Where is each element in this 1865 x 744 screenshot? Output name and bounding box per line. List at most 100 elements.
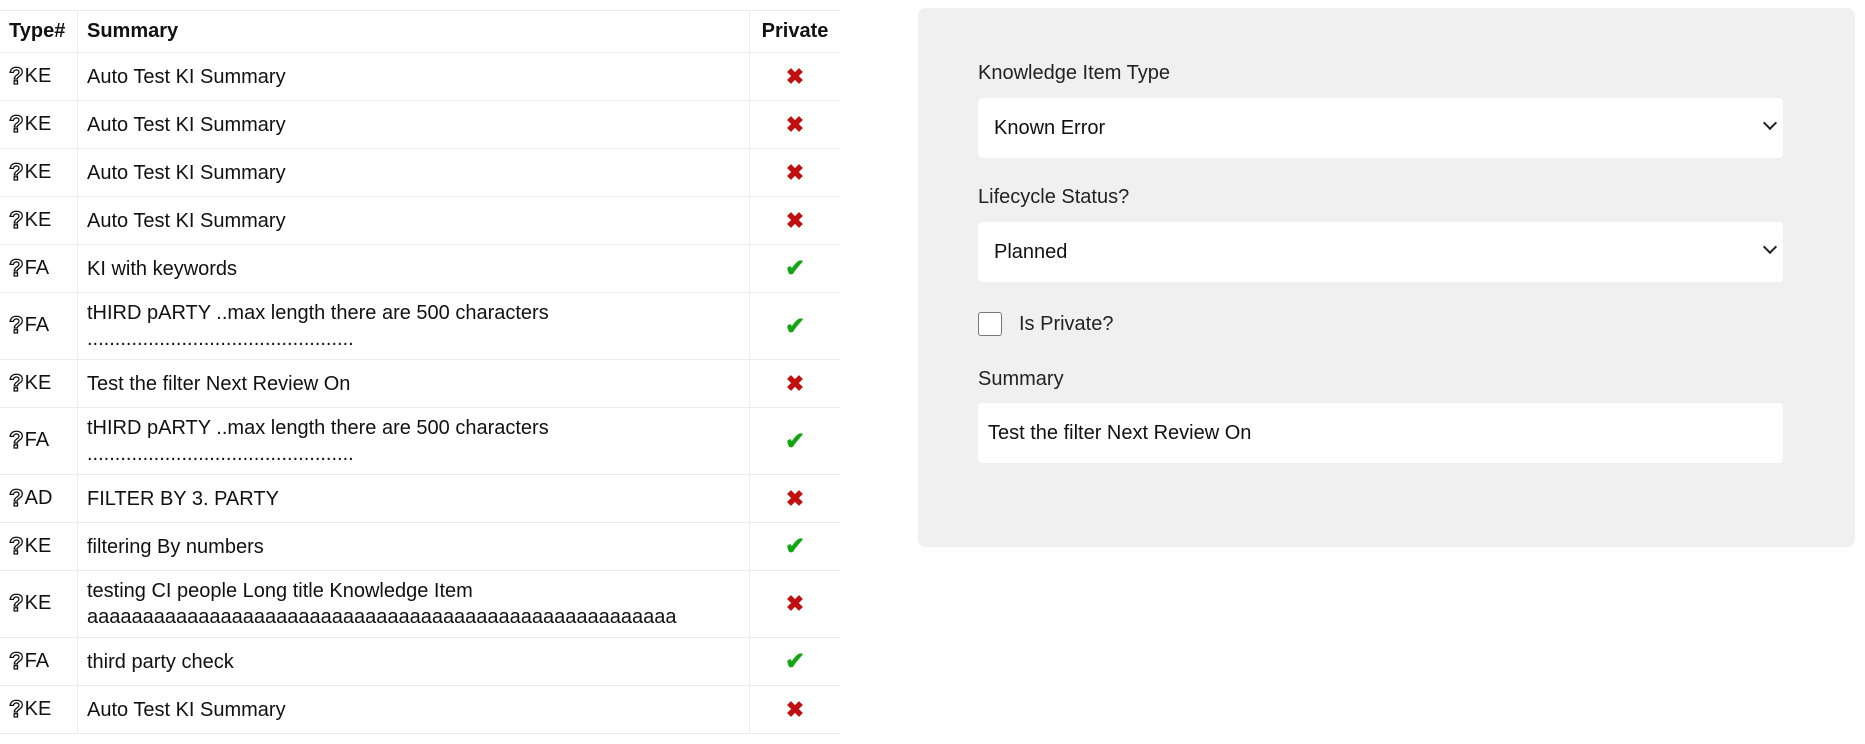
summary-label: Summary: [978, 368, 1064, 390]
summary-cell[interactable]: tHIRD pARTY ..max length there are 500 c…: [77, 292, 750, 360]
private-cell: ✖: [749, 196, 840, 245]
knowledge-items-table: Type# Summary Private ?KE Auto Test KI Su…: [0, 10, 840, 734]
type-code: KE: [24, 371, 52, 394]
type-code: KE: [24, 697, 52, 720]
private-cell: ✖: [749, 52, 840, 101]
type-code: KE: [24, 160, 52, 183]
summary-cell[interactable]: Auto Test KI Summary: [77, 148, 750, 197]
is-private-label[interactable]: Is Private?: [1019, 313, 1113, 336]
cross-icon: ✖: [785, 485, 805, 511]
table-row[interactable]: ?FA tHIRD pARTY ..max length there are 50…: [0, 292, 840, 360]
cross-icon: ✖: [785, 63, 805, 89]
cross-icon: ✖: [785, 159, 805, 185]
question-icon: ?: [8, 695, 24, 723]
summary-cell[interactable]: Auto Test KI Summary: [77, 100, 750, 149]
type-cell: ?KE: [0, 570, 78, 638]
table-row[interactable]: ?KE Auto Test KI Summary ✖: [0, 100, 840, 149]
private-cell: ✖: [749, 359, 840, 408]
table-row[interactable]: ?KE Auto Test KI Summary ✖: [0, 685, 840, 734]
table-row[interactable]: ?AD FILTER BY 3. PARTY ✖: [0, 474, 840, 523]
type-code: KE: [24, 64, 52, 87]
table-row[interactable]: ?FA KI with keywords ✔: [0, 244, 840, 293]
ki-type-value: Known Error: [994, 116, 1106, 139]
summary-cell[interactable]: testing CI people Long title Knowledge I…: [77, 570, 750, 638]
summary-input-value: Test the filter Next Review On: [988, 421, 1252, 444]
type-cell: ?FA: [0, 244, 78, 293]
private-cell: ✔: [749, 292, 840, 360]
private-cell: ✔: [749, 407, 840, 475]
type-code: KE: [24, 592, 52, 614]
question-icon: ?: [8, 311, 24, 339]
table-row[interactable]: ?FA tHIRD pARTY ..max length there are 50…: [0, 407, 840, 475]
private-cell: ✖: [749, 685, 840, 734]
cross-icon: ✖: [785, 111, 805, 137]
private-cell: ✖: [749, 100, 840, 149]
ki-type-label: Knowledge Item Type: [978, 62, 1170, 84]
question-icon: ?: [8, 426, 24, 454]
cross-icon: ✖: [785, 207, 805, 233]
header-private[interactable]: Private: [749, 10, 840, 53]
cross-icon: ✖: [785, 370, 805, 396]
table-row[interactable]: ?KE Auto Test KI Summary ✖: [0, 52, 840, 101]
checkmark-icon: ✔: [784, 427, 806, 455]
question-icon: ?: [8, 647, 24, 675]
summary-cell[interactable]: KI with keywords: [77, 244, 750, 293]
type-code: FA: [24, 256, 50, 279]
cross-icon: ✖: [785, 696, 805, 722]
ki-detail-panel: Knowledge Item Type Known Error Lifecycl…: [918, 8, 1855, 547]
table-row[interactable]: ?KE testing CI people Long title Knowledg…: [0, 570, 840, 638]
type-code: AD: [24, 486, 53, 509]
summary-cell[interactable]: Test the filter Next Review On: [77, 359, 750, 408]
table-row[interactable]: ?KE filtering By numbers ✔: [0, 522, 840, 571]
checkmark-icon: ✔: [784, 255, 806, 282]
question-icon: ?: [8, 206, 24, 234]
summary-cell[interactable]: Auto Test KI Summary: [77, 196, 750, 245]
table-row[interactable]: ?KE Auto Test KI Summary ✖: [0, 196, 840, 245]
type-cell: ?FA: [0, 407, 78, 475]
private-cell: ✖: [749, 148, 840, 197]
lifecycle-select[interactable]: Planned: [978, 222, 1783, 282]
question-icon: ?: [8, 532, 24, 560]
type-cell: ?KE: [0, 685, 78, 734]
type-code: KE: [24, 534, 52, 557]
type-code: KE: [24, 112, 52, 135]
table-row[interactable]: ?FA third party check ✔: [0, 637, 840, 686]
header-type[interactable]: Type#: [0, 10, 78, 53]
summary-cell[interactable]: filtering By numbers: [77, 522, 750, 571]
private-cell: ✖: [749, 570, 840, 638]
type-cell: ?FA: [0, 292, 78, 360]
lifecycle-value: Planned: [994, 240, 1068, 263]
type-code: FA: [24, 649, 50, 672]
chevron-down-icon: [1762, 115, 1778, 131]
question-icon: ?: [8, 110, 24, 138]
ki-type-select[interactable]: Known Error: [978, 98, 1783, 158]
checkmark-icon: ✔: [784, 312, 806, 340]
summary-cell[interactable]: third party check: [77, 637, 750, 686]
question-icon: ?: [8, 484, 24, 512]
checkmark-icon: ✔: [784, 648, 806, 675]
question-icon: ?: [8, 589, 24, 617]
type-cell: ?KE: [0, 100, 78, 149]
question-icon: ?: [8, 62, 24, 90]
type-code: KE: [24, 208, 52, 231]
question-icon: ?: [8, 369, 24, 397]
header-summary[interactable]: Summary: [77, 10, 750, 53]
table-row[interactable]: ?KE Test the filter Next Review On ✖: [0, 359, 840, 408]
cross-icon: ✖: [785, 591, 805, 616]
chevron-down-icon: [1762, 239, 1778, 255]
summary-cell[interactable]: Auto Test KI Summary: [77, 685, 750, 734]
type-code: FA: [24, 314, 50, 336]
question-icon: ?: [8, 158, 24, 186]
summary-cell[interactable]: FILTER BY 3. PARTY: [77, 474, 750, 523]
type-cell: ?KE: [0, 522, 78, 571]
type-code: FA: [24, 429, 50, 451]
private-cell: ✔: [749, 637, 840, 686]
is-private-checkbox[interactable]: [978, 312, 1002, 336]
lifecycle-label: Lifecycle Status?: [978, 186, 1130, 208]
table-row[interactable]: ?KE Auto Test KI Summary ✖: [0, 148, 840, 197]
summary-input[interactable]: Test the filter Next Review On: [978, 403, 1783, 463]
summary-cell[interactable]: Auto Test KI Summary: [77, 52, 750, 101]
summary-cell[interactable]: tHIRD pARTY ..max length there are 500 c…: [77, 407, 750, 475]
question-icon: ?: [8, 254, 24, 282]
type-cell: ?KE: [0, 196, 78, 245]
